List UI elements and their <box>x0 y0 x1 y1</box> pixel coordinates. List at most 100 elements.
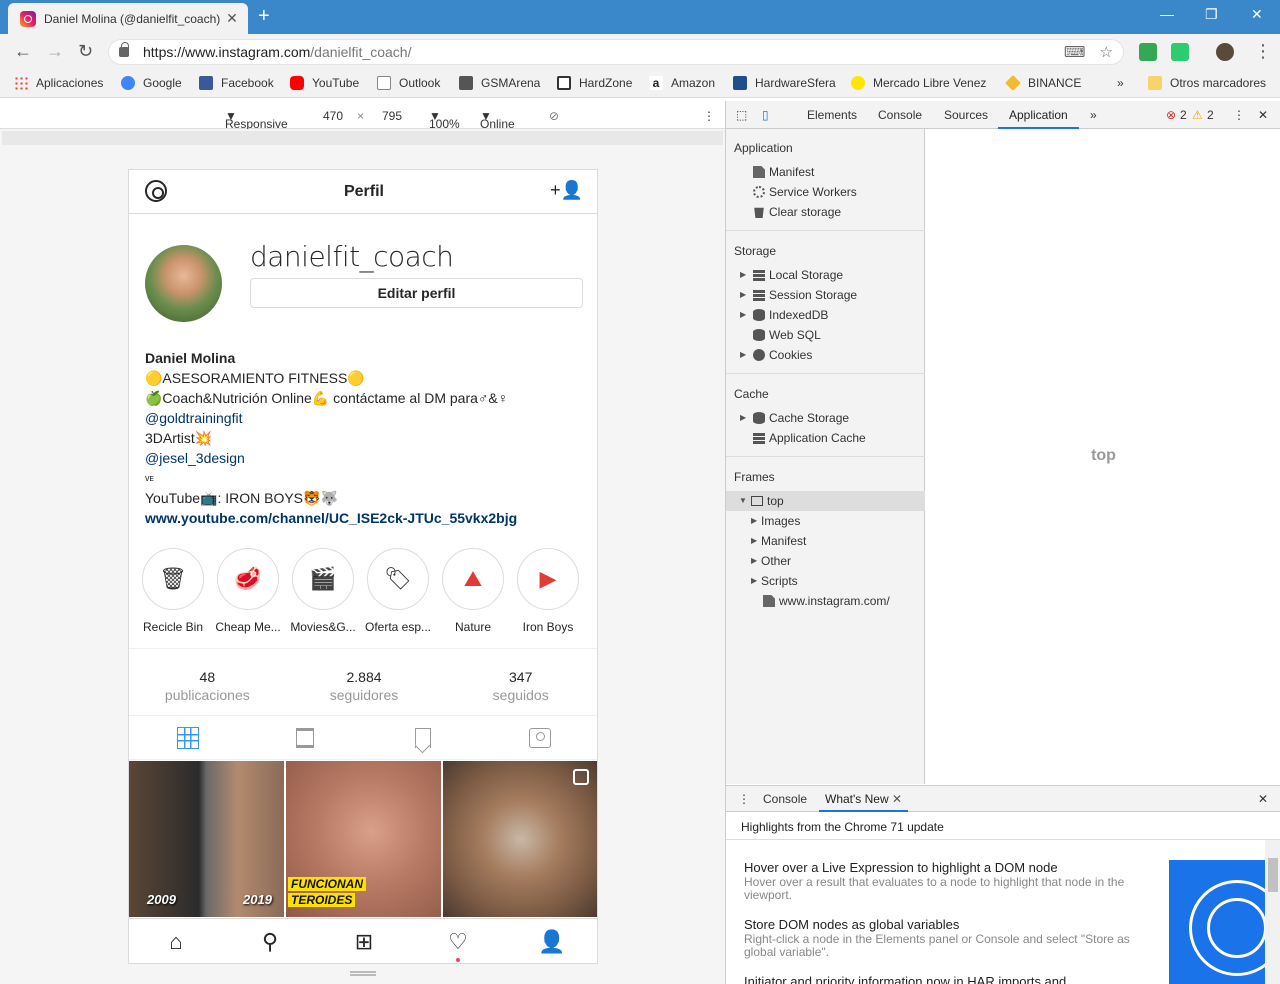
devtools-menu-icon[interactable]: ⋮ <box>1233 101 1245 129</box>
sidebar-item-images[interactable]: ▶ Images <box>726 511 925 531</box>
post-thumbnail[interactable] <box>443 761 597 917</box>
warning-count[interactable]: 2 <box>1207 101 1214 129</box>
menu-icon[interactable]: ⋮ <box>1254 41 1272 62</box>
edit-profile-button[interactable]: Editar perfil <box>250 278 583 308</box>
sidebar-item-local-storage[interactable]: ▶ Local Storage <box>726 265 925 285</box>
bio-mention-link[interactable]: @jesel_3design <box>145 448 585 468</box>
expand-arrow-icon[interactable]: ▶ <box>740 408 746 428</box>
zoom-select[interactable]: 100% ▼ <box>429 109 460 131</box>
sidebar-item-other[interactable]: ▶ Other <box>726 551 925 571</box>
stat-following[interactable]: 347 seguidos <box>442 649 597 715</box>
news-item[interactable]: Hover over a Live Expression to highligh… <box>744 860 1144 902</box>
sidebar-item-cookies[interactable]: ▶ Cookies <box>726 345 925 365</box>
tab-console[interactable]: Console <box>878 101 922 129</box>
sidebar-item-document[interactable]: www.instagram.com/ <box>726 591 925 611</box>
drawer-tab-whats-new[interactable]: What's New ✕ <box>819 786 909 812</box>
sidebar-item-application-cache[interactable]: Application Cache <box>726 428 925 448</box>
nav-search[interactable]: ⚲ <box>223 919 317 963</box>
browser-tab[interactable]: Daniel Molina (@danielfit_coach) ✕ <box>8 3 248 34</box>
extension-icon[interactable] <box>1139 43 1157 61</box>
bookmark-item[interactable]: Google <box>121 76 182 90</box>
tab-close-icon[interactable]: ✕ <box>892 792 902 806</box>
forward-button[interactable]: → <box>46 41 64 62</box>
sidebar-item-indexeddb[interactable]: ▶ IndexedDB <box>726 305 925 325</box>
device-menu-icon[interactable]: ⋮ <box>703 109 715 123</box>
reload-button[interactable]: ↻ <box>78 41 93 62</box>
tab-elements[interactable]: Elements <box>807 101 857 129</box>
highlight-item[interactable]: 🏷 Oferta esp... <box>365 548 431 634</box>
media-query-strip[interactable] <box>2 131 723 145</box>
highlight-item[interactable]: ⛰ Nature <box>441 548 505 634</box>
sidebar-item-scripts[interactable]: ▶ Scripts <box>726 571 925 591</box>
drawer-scrollbar[interactable] <box>1265 840 1280 984</box>
highlight-item[interactable]: 🎬 Movies&G... <box>290 548 356 634</box>
bookmark-item[interactable]: BINANCE <box>1005 75 1081 91</box>
expand-arrow-icon[interactable]: ▶ <box>740 265 746 285</box>
expand-arrow-icon[interactable]: ▶ <box>740 345 746 365</box>
drawer-tab-console[interactable]: Console <box>763 786 807 812</box>
tab-application[interactable]: Application <box>998 101 1079 129</box>
expand-arrow-icon[interactable]: ▶ <box>751 511 757 531</box>
extension-icon[interactable] <box>1171 43 1189 61</box>
highlight-item[interactable]: 🥩 Cheap Me... <box>215 548 281 634</box>
drawer-close-icon[interactable]: ✕ <box>1258 786 1268 812</box>
tab-sources[interactable]: Sources <box>944 101 988 129</box>
drawer-menu-icon[interactable]: ⋮ <box>738 786 750 812</box>
bookmark-item[interactable]: Aplicaciones <box>14 76 103 90</box>
expand-arrow-icon[interactable]: ▶ <box>751 531 757 551</box>
bookmark-item[interactable]: a Amazon <box>649 76 715 90</box>
sidebar-item-manifest[interactable]: Manifest <box>726 162 925 182</box>
new-tab-button[interactable]: + <box>258 5 270 28</box>
sidebar-item-frame-top[interactable]: ▼ top <box>726 491 925 511</box>
device-toggle-icon[interactable]: ▯ <box>762 101 769 129</box>
news-item[interactable]: Initiator and priority information now i… <box>744 974 1144 984</box>
devtools-close-icon[interactable]: ✕ <box>1258 101 1268 129</box>
expand-arrow-icon[interactable]: ▶ <box>740 305 746 325</box>
nav-activity[interactable]: ♡ <box>411 919 505 963</box>
sidebar-item-service-workers[interactable]: Service Workers <box>726 182 925 202</box>
stat-posts[interactable]: 48 publicaciones <box>129 649 286 715</box>
bookmark-item[interactable]: HardZone <box>557 76 632 90</box>
post-thumbnail[interactable]: 2009 2019 <box>129 761 284 917</box>
bookmark-item[interactable]: GSMArena <box>459 76 540 90</box>
back-button[interactable]: ← <box>14 41 32 62</box>
device-width-input[interactable]: 470 <box>323 109 343 123</box>
sidebar-item-clear-storage[interactable]: Clear storage <box>726 202 925 222</box>
collapse-arrow-icon[interactable]: ▼ <box>739 491 747 511</box>
minimize-button[interactable]: — <box>1160 6 1174 22</box>
inspect-element-icon[interactable]: ⬚ <box>736 101 747 129</box>
bookmark-item[interactable]: Facebook <box>199 76 274 90</box>
stat-followers[interactable]: 2.884 seguidores <box>286 649 443 715</box>
viewport-resize-handle[interactable] <box>350 971 376 976</box>
tab-feed[interactable] <box>247 716 365 759</box>
address-bar[interactable]: https://www.instagram.com/danielfit_coac… <box>108 39 1124 65</box>
bookmark-star-icon[interactable]: ☆ <box>1100 43 1113 61</box>
bookmark-item[interactable]: HardwareSfera <box>733 76 836 90</box>
close-window-button[interactable]: ✕ <box>1251 6 1263 23</box>
bio-mention-link[interactable]: @goldtrainingfit <box>145 408 585 428</box>
other-bookmarks[interactable]: Otros marcadores <box>1148 76 1266 90</box>
expand-arrow-icon[interactable]: ▶ <box>751 551 757 571</box>
restore-button[interactable]: ❐ <box>1205 6 1218 23</box>
post-thumbnail[interactable]: FUNCIONAN TEROIDES <box>286 761 441 917</box>
highlight-item[interactable]: 🗑 Recicle Bin <box>141 548 205 634</box>
nav-new-post[interactable]: ⊞ <box>317 919 411 963</box>
tab-saved[interactable] <box>364 716 482 759</box>
expand-arrow-icon[interactable]: ▶ <box>740 285 746 305</box>
tab-tagged[interactable] <box>482 716 598 759</box>
bookmark-item[interactable]: YouTube <box>290 76 359 90</box>
bio-website-link[interactable]: www.youtube.com/channel/UC_ISE2ck-JTUc_5… <box>145 508 585 528</box>
sidebar-item-cache-storage[interactable]: ▶ Cache Storage <box>726 408 925 428</box>
rotate-icon[interactable]: ⊘ <box>549 109 559 123</box>
bookmark-item[interactable]: Mercado Libre Venez <box>851 76 986 90</box>
highlight-item[interactable]: ▶ Iron Boys <box>516 548 580 634</box>
expand-arrow-icon[interactable]: ▶ <box>751 571 757 591</box>
nav-profile[interactable]: 👤 <box>505 919 597 963</box>
network-select[interactable]: Online ▼ <box>480 109 515 131</box>
profile-avatar[interactable] <box>1216 43 1234 61</box>
news-item[interactable]: Store DOM nodes as global variables Righ… <box>744 917 1144 959</box>
sidebar-item-session-storage[interactable]: ▶ Session Storage <box>726 285 925 305</box>
add-user-icon[interactable]: +👤 <box>550 180 583 201</box>
more-tabs-button[interactable]: » <box>1090 101 1097 129</box>
sidebar-item-web-sql[interactable]: Web SQL <box>726 325 925 345</box>
